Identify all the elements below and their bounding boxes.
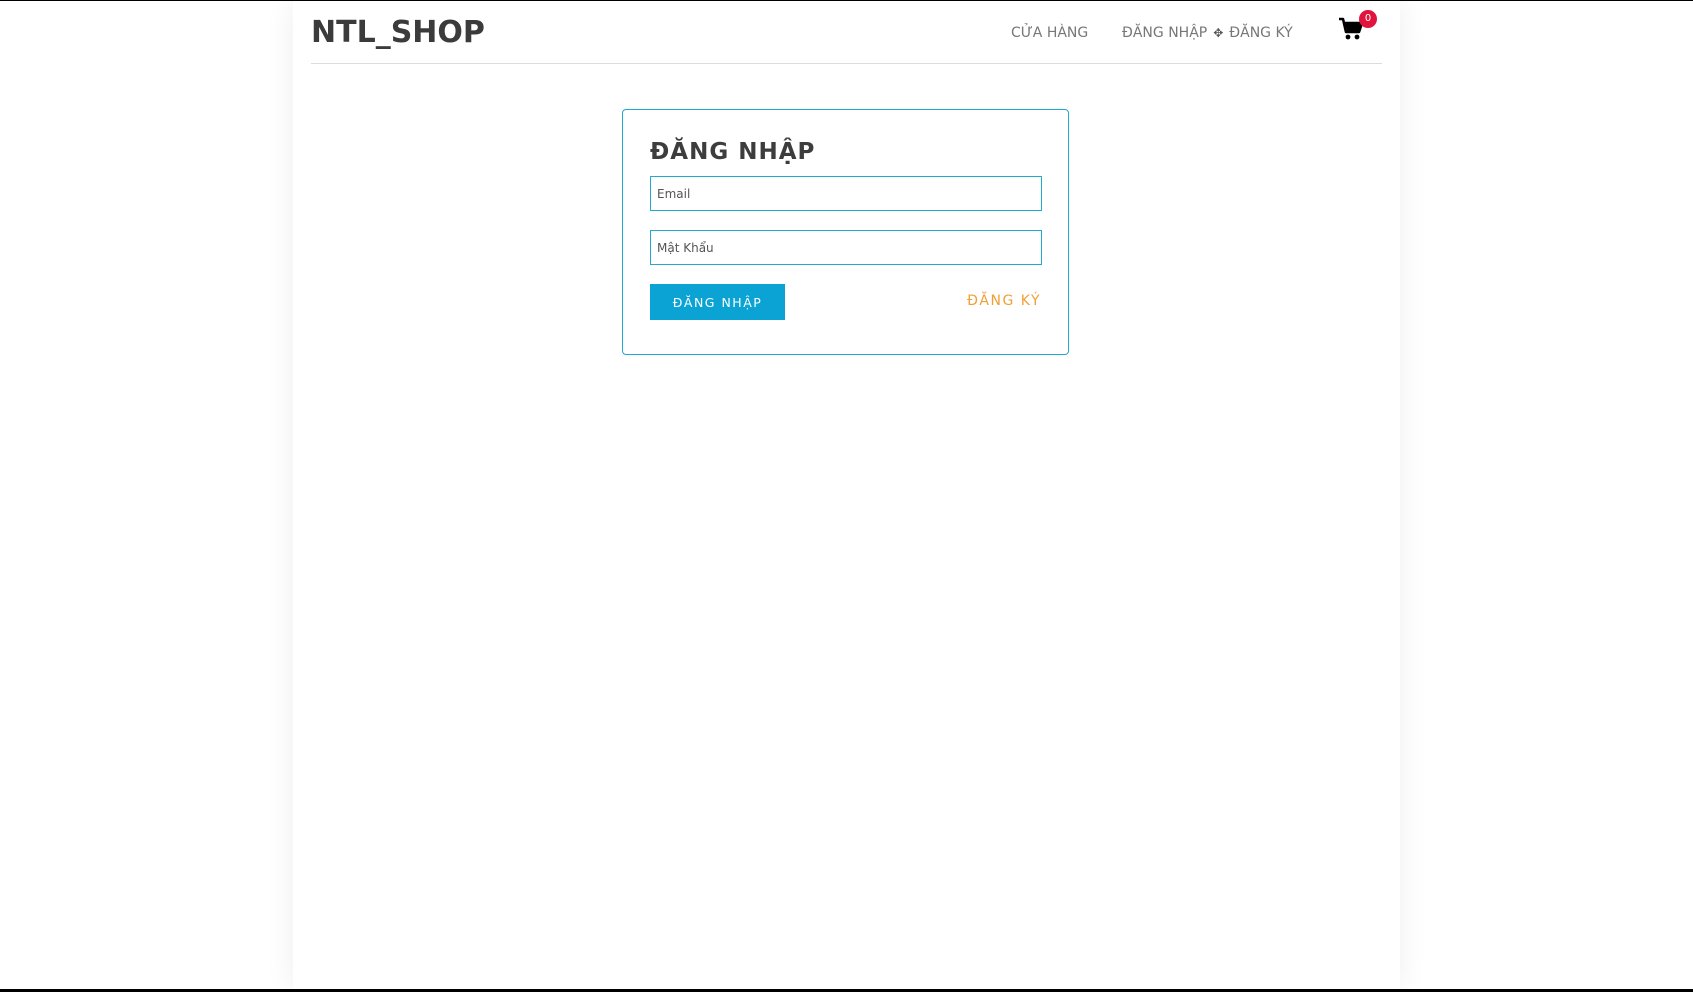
cart-count-badge: 0 [1359, 10, 1377, 28]
email-field[interactable] [650, 176, 1042, 211]
nav-auth: ĐĂNG NHẬP ✥ ĐĂNG KÝ [1122, 25, 1293, 41]
site-header: NTL_SHOP CỬA HÀNG ĐĂNG NHẬP ✥ ĐĂNG KÝ 0 [311, 1, 1382, 64]
cart-button[interactable]: 0 [1338, 10, 1377, 47]
password-field[interactable] [650, 230, 1042, 265]
nav-register-link[interactable]: ĐĂNG KÝ [1229, 25, 1292, 41]
page-viewport: NTL_SHOP CỬA HÀNG ĐĂNG NHẬP ✥ ĐĂNG KÝ 0 … [0, 1, 1693, 989]
page-container: NTL_SHOP CỬA HÀNG ĐĂNG NHẬP ✥ ĐĂNG KÝ 0 … [293, 1, 1400, 989]
nav-login-link[interactable]: ĐĂNG NHẬP [1122, 25, 1207, 41]
login-title: ĐĂNG NHẬP [650, 139, 816, 165]
nav-store-link[interactable]: CỬA HÀNG [1011, 25, 1088, 41]
arrows-move-icon: ✥ [1213, 26, 1224, 40]
login-form: ĐĂNG NHẬP ĐĂNG NHẬP ĐĂNG KÝ [622, 109, 1069, 355]
login-button[interactable]: ĐĂNG NHẬP [650, 284, 785, 320]
register-link[interactable]: ĐĂNG KÝ [967, 293, 1041, 309]
brand-logo[interactable]: NTL_SHOP [311, 15, 485, 50]
